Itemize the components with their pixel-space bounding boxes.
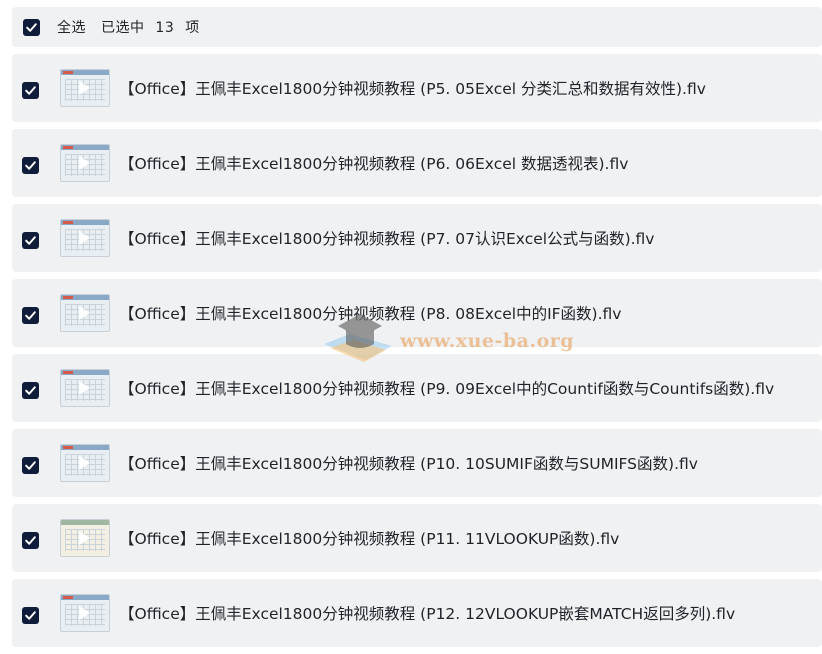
list-item[interactable]: 【Office】王佩丰Excel1800分钟视频教程 (P12. 12VLOOK… [12, 579, 822, 647]
file-name: 【Office】王佩丰Excel1800分钟视频教程 (P10. 10SUMIF… [119, 455, 698, 473]
check-icon [25, 610, 36, 620]
list-item[interactable]: 【Office】王佩丰Excel1800分钟视频教程 (P11. 11VLOOK… [12, 504, 822, 572]
file-name: 【Office】王佩丰Excel1800分钟视频教程 (P6. 06Excel … [119, 155, 629, 173]
item-checkbox[interactable] [22, 531, 39, 549]
selection-summary: 全选 已选中 13 项 [57, 17, 210, 37]
file-list: 【Office】王佩丰Excel1800分钟视频教程 (P5. 05Excel … [12, 54, 822, 654]
check-icon [25, 385, 36, 395]
play-icon [79, 81, 90, 95]
video-thumbnail [60, 369, 110, 407]
check-icon [26, 22, 37, 32]
check-icon [25, 85, 36, 95]
select-all-bar: 全选 已选中 13 项 [12, 7, 822, 47]
list-item[interactable]: 【Office】王佩丰Excel1800分钟视频教程 (P10. 10SUMIF… [12, 429, 822, 497]
select-all-label[interactable]: 全选 [57, 20, 86, 36]
play-icon [79, 306, 90, 320]
check-icon [25, 460, 36, 470]
item-checkbox[interactable] [22, 381, 39, 399]
play-icon [79, 606, 90, 620]
video-thumbnail [60, 519, 110, 557]
selected-suffix: 项 [185, 20, 200, 36]
item-checkbox[interactable] [22, 81, 39, 99]
file-name: 【Office】王佩丰Excel1800分钟视频教程 (P12. 12VLOOK… [119, 605, 736, 623]
video-thumbnail [60, 294, 110, 332]
list-item[interactable]: 【Office】王佩丰Excel1800分钟视频教程 (P7. 07认识Exce… [12, 204, 822, 272]
video-thumbnail [60, 219, 110, 257]
file-name: 【Office】王佩丰Excel1800分钟视频教程 (P11. 11VLOOK… [119, 530, 620, 548]
play-icon [79, 156, 90, 170]
check-icon [25, 310, 36, 320]
video-thumbnail [60, 69, 110, 107]
play-icon [79, 531, 90, 545]
play-icon [79, 231, 90, 245]
check-icon [25, 535, 36, 545]
item-checkbox[interactable] [22, 156, 39, 174]
item-checkbox[interactable] [22, 231, 39, 249]
check-icon [25, 160, 36, 170]
file-name: 【Office】王佩丰Excel1800分钟视频教程 (P9. 09Excel中… [119, 380, 775, 398]
item-checkbox[interactable] [22, 306, 39, 324]
check-icon [25, 235, 36, 245]
file-name: 【Office】王佩丰Excel1800分钟视频教程 (P5. 05Excel … [119, 80, 706, 98]
file-name: 【Office】王佩丰Excel1800分钟视频教程 (P8. 08Excel中… [119, 305, 622, 323]
selected-prefix: 已选中 [100, 20, 145, 36]
play-icon [79, 456, 90, 470]
item-checkbox[interactable] [22, 456, 39, 474]
list-item[interactable]: 【Office】王佩丰Excel1800分钟视频教程 (P8. 08Excel中… [12, 279, 822, 347]
video-thumbnail [60, 594, 110, 632]
list-item[interactable]: 【Office】王佩丰Excel1800分钟视频教程 (P9. 09Excel中… [12, 354, 822, 422]
item-checkbox[interactable] [22, 606, 39, 624]
selected-count: 13 [155, 20, 175, 36]
play-icon [79, 381, 90, 395]
video-thumbnail [60, 144, 110, 182]
list-item[interactable]: 【Office】王佩丰Excel1800分钟视频教程 (P5. 05Excel … [12, 54, 822, 122]
file-name: 【Office】王佩丰Excel1800分钟视频教程 (P7. 07认识Exce… [119, 230, 655, 248]
select-all-checkbox[interactable] [23, 18, 40, 36]
list-item[interactable]: 【Office】王佩丰Excel1800分钟视频教程 (P6. 06Excel … [12, 129, 822, 197]
video-thumbnail [60, 444, 110, 482]
